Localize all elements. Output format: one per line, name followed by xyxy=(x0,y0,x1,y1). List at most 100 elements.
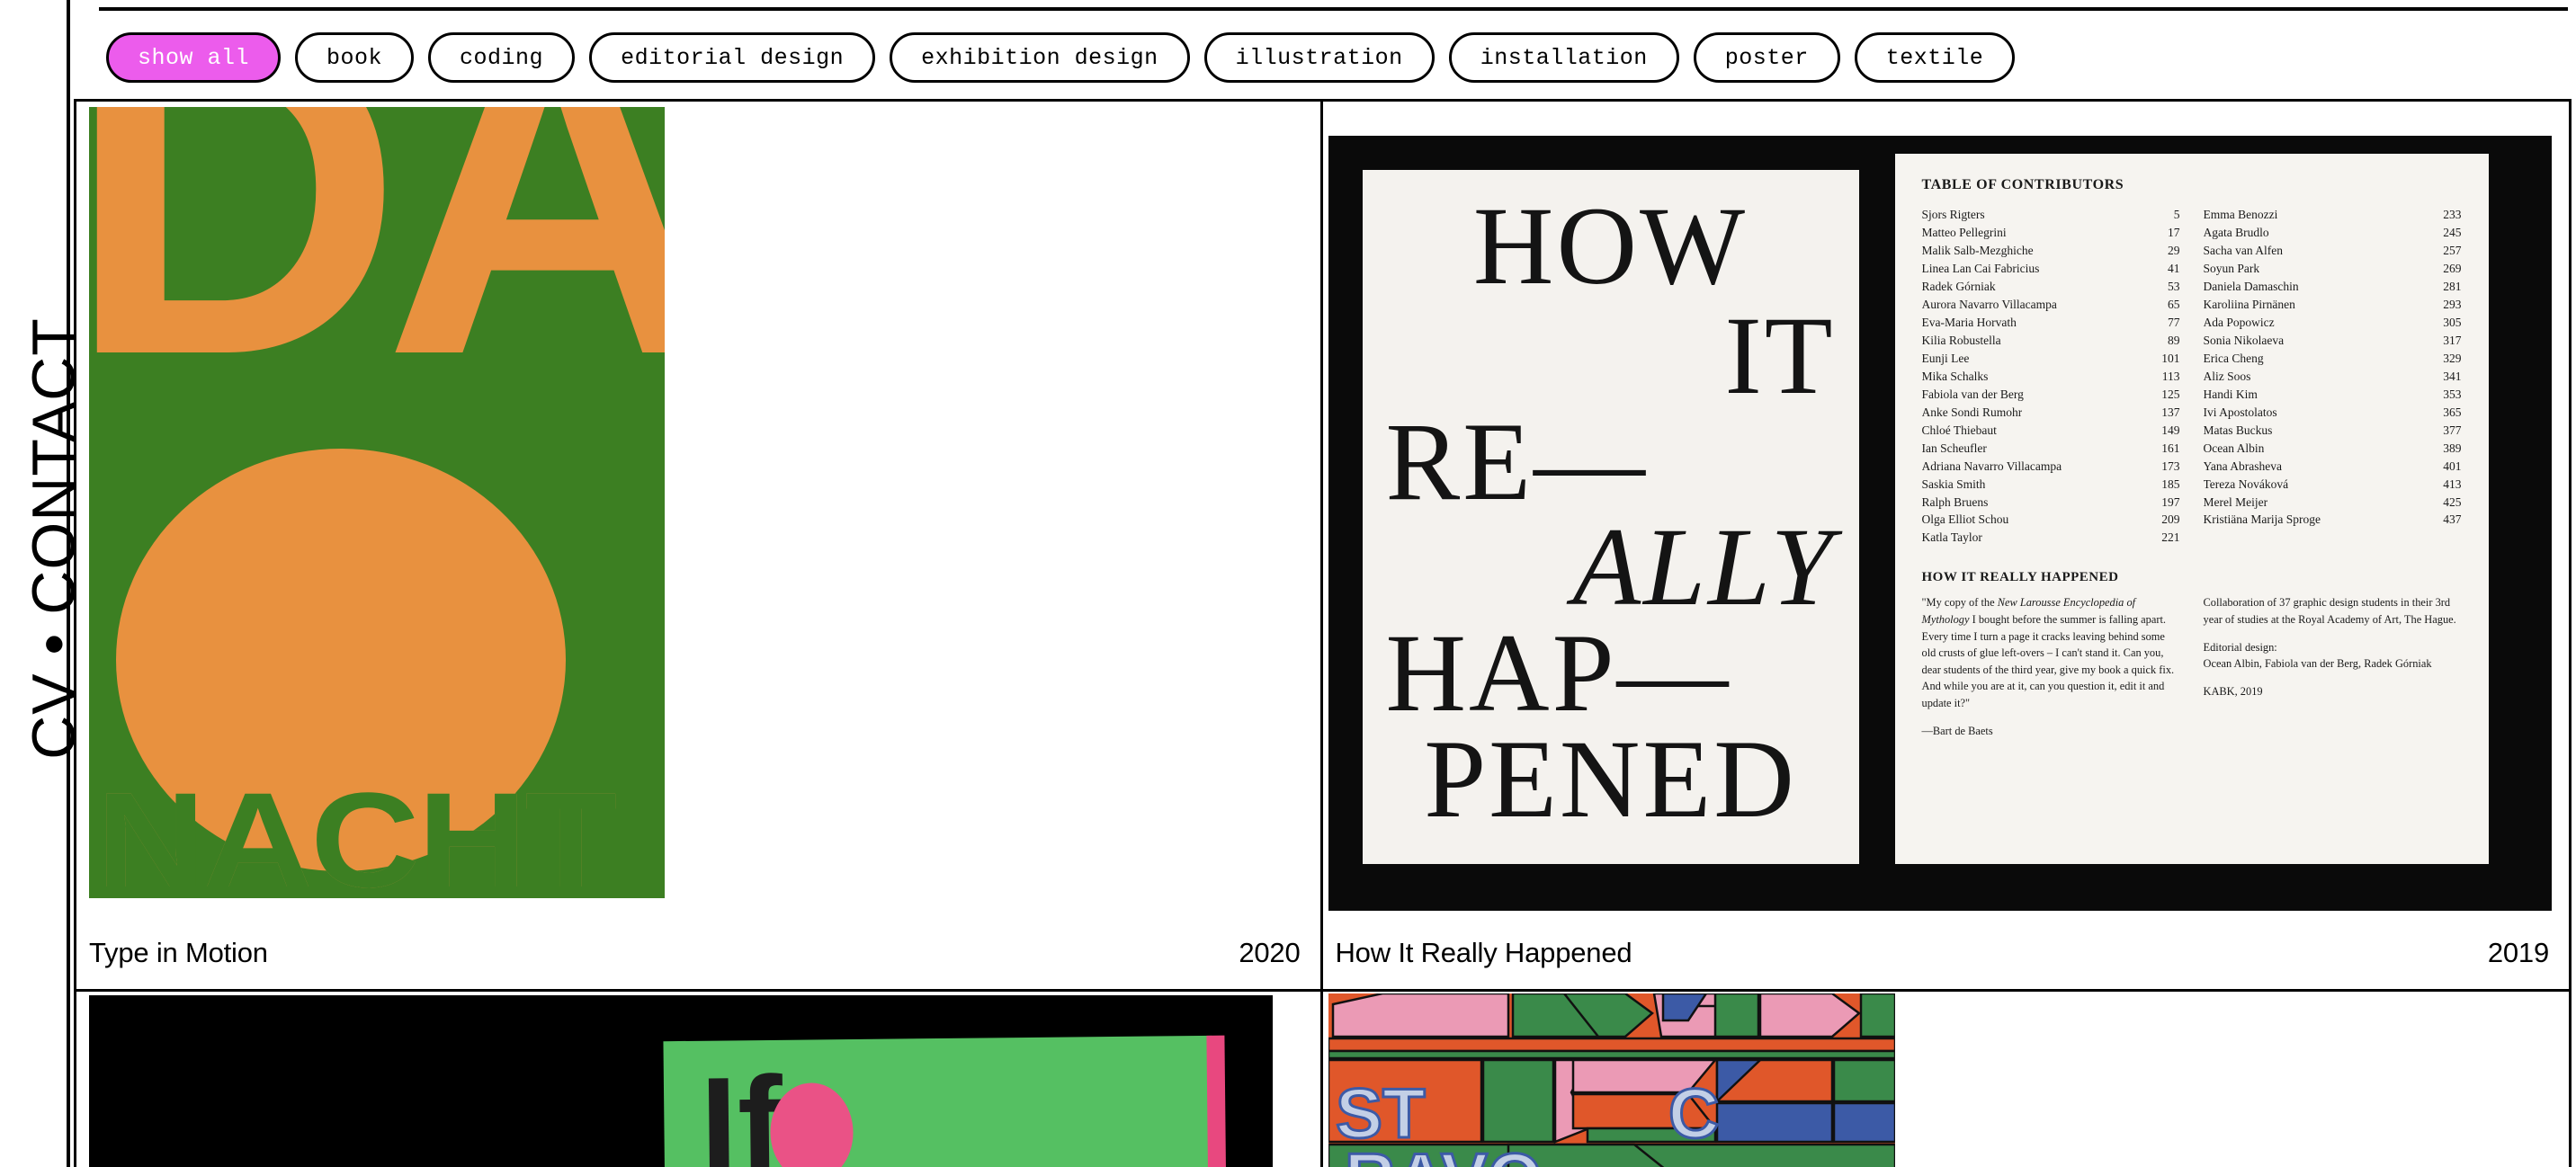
toc-row: Kilia Robustella 89 xyxy=(1922,332,2180,350)
toc-page-number: 41 xyxy=(2168,261,2180,275)
toc-contributor-name: Saskia Smith xyxy=(1921,477,1986,491)
toc-page-number: 89 xyxy=(2168,333,2180,347)
toc-page-number: 137 xyxy=(2161,405,2180,419)
cover-line-3: RE— xyxy=(1385,399,1648,523)
colophon-quote-column: "My copy of the New Larousse Encyclopedi… xyxy=(1922,594,2180,739)
toc-page-number: 77 xyxy=(2168,315,2180,329)
colophon-heading: HOW IT REALLY HAPPENED xyxy=(1921,570,2119,585)
filter-pill-editorial-design[interactable]: editorial design xyxy=(589,32,876,83)
toc-contributor-name: Matteo Pellegrini xyxy=(1921,225,2007,239)
toc-contributor-name: Linea Lan Cai Fabricius xyxy=(1921,261,2040,275)
book-cover-glyph: If xyxy=(699,1047,783,1167)
toc-contributor-name: Tereza Nováková xyxy=(2203,477,2289,491)
colophon-credits-column: Collaboration of 37 graphic design stude… xyxy=(2204,594,2462,739)
filter-pill-textile[interactable]: textile xyxy=(1854,32,2016,83)
toc-contributor-name: Ocean Albin xyxy=(2203,441,2265,455)
toc-contributor-name: Ada Popowicz xyxy=(2203,315,2275,329)
toc-contributor-name: Sjors Rigters xyxy=(1921,208,1985,221)
toc-row: Anke Sondi Rumohr 137 xyxy=(1922,404,2180,422)
toc-page-number: 377 xyxy=(2443,423,2462,437)
toc-row: Karoliina Pirnänen 293 xyxy=(2204,296,2462,314)
cover-line-5: HAP— xyxy=(1385,611,1731,735)
toc-page-number: 245 xyxy=(2443,225,2462,239)
toc-contributor-name: Aurora Navarro Villacampa xyxy=(1921,297,2057,311)
project-thumbnail: ST C RAVO xyxy=(1322,992,2569,1167)
toc-page-number: 65 xyxy=(2168,297,2180,311)
filter-pill-illustration[interactable]: illustration xyxy=(1203,32,1435,83)
project-year: 2020 xyxy=(1239,937,1301,968)
toc-row: Chloé Thiebaut 149 xyxy=(1922,422,2180,440)
filter-pill-book[interactable]: book xyxy=(295,32,415,83)
project-caption: Type in Motion 2020 xyxy=(76,917,1320,989)
toc-column-left: Sjors Rigters 5 Matteo Pellegrini 17 Malik S… xyxy=(1922,206,2180,547)
filter-bar: show all book coding editorial design ex… xyxy=(106,32,2016,83)
toc-row: Ocean Albin 389 xyxy=(2204,440,2462,458)
project-year: 2019 xyxy=(2487,937,2549,968)
toc-page-number: 365 xyxy=(2443,405,2462,419)
project-card-green-book[interactable]: If xyxy=(76,992,1323,1167)
toc-page-number: 269 xyxy=(2443,261,2462,275)
colophon-publisher: KABK, 2019 xyxy=(2203,684,2263,698)
book-cover: If xyxy=(663,1035,1228,1167)
toc-row: Handi Kim 353 xyxy=(2204,386,2462,404)
toc-contributor-name: Ivi Apostolatos xyxy=(2203,405,2277,419)
project-grid: DAG NACHT NACHT Type in Motion 2020 HOW xyxy=(74,99,2572,1167)
sidebar: CV • CONTACT xyxy=(0,0,88,1167)
toc-contributor-name: Agata Brudlo xyxy=(2203,225,2269,239)
toc-contributor-name: Handi Kim xyxy=(2203,387,2258,401)
toc-page-number: 389 xyxy=(2443,441,2462,455)
toc-row: Katla Taylor 221 xyxy=(1922,529,2180,547)
toc-page-number: 329 xyxy=(2443,351,2462,365)
filter-pill-installation[interactable]: installation xyxy=(1448,32,1679,83)
colophon-quote-part-b: I bought before the summer is falling ap… xyxy=(1921,613,2175,710)
toc-contributor-name: Chloé Thiebaut xyxy=(1921,423,1997,437)
project-title: How It Really Happened xyxy=(1335,937,1632,968)
project-thumbnail: DAG NACHT NACHT xyxy=(76,102,1320,920)
colophon-designers: Ocean Albin, Fabiola van der Berg, Radek… xyxy=(2203,657,2432,671)
toc-page-number: 281 xyxy=(2443,279,2462,293)
filter-pill-show-all[interactable]: show all xyxy=(106,32,282,83)
project-card-geometric-pattern[interactable]: ST C RAVO xyxy=(1322,992,2569,1167)
toc-contributor-name: Erica Cheng xyxy=(2203,351,2264,365)
filter-pill-poster[interactable]: poster xyxy=(1693,32,1840,83)
book-spread-photo: HOW IT RE— ALLY HAP— PENED TABLE OF CONT… xyxy=(1328,136,2552,911)
toc-contributor-name: Ian Scheufler xyxy=(1921,441,1987,455)
toc-contributor-name: Eva-Maria Horvath xyxy=(1921,315,2017,329)
toc-contributor-name: Daniela Damaschin xyxy=(2203,279,2299,293)
project-thumbnail: HOW IT RE— ALLY HAP— PENED TABLE OF CONT… xyxy=(1322,102,2569,920)
toc-row: Olga Elliot Schou 209 xyxy=(1922,511,2180,529)
book-spine xyxy=(1206,1035,1228,1167)
toc-row: Tereza Nováková 413 xyxy=(2204,476,2462,494)
toc-row: Emma Benozzi 233 xyxy=(2204,206,2462,224)
toc-row: Radek Górniak 53 xyxy=(1922,278,2180,296)
filter-pill-exhibition-design[interactable]: exhibition design xyxy=(890,32,1190,83)
toc-contributor-name: Kilia Robustella xyxy=(1921,333,2001,347)
project-card-how-it-really-happened[interactable]: HOW IT RE— ALLY HAP— PENED TABLE OF CONT… xyxy=(1322,102,2569,992)
toc-page-number: 293 xyxy=(2443,297,2462,311)
toc-row: Sonia Nikolaeva 317 xyxy=(2204,332,2462,350)
cover-line-2: IT xyxy=(1724,293,1836,417)
toc-row: Malik Salb-Mezghiche 29 xyxy=(1922,242,2180,260)
toc-contributor-name: Matas Buckus xyxy=(2203,423,2273,437)
toc-row: Sjors Rigters 5 xyxy=(1922,206,2180,224)
toc-contributor-name: Fabiola van der Berg xyxy=(1921,387,2024,401)
toc-row: Merel Meijer 425 xyxy=(2204,494,2462,512)
book-page-left: HOW IT RE— ALLY HAP— PENED xyxy=(1346,154,1875,880)
toc-row: Linea Lan Cai Fabricius 41 xyxy=(1922,260,2180,278)
top-divider xyxy=(99,7,2568,11)
toc-contributor-name: Emma Benozzi xyxy=(2203,208,2278,221)
toc-row: Soyun Park 269 xyxy=(2204,260,2462,278)
toc-page-number: 425 xyxy=(2443,494,2462,509)
toc-page-number: 113 xyxy=(2161,369,2180,383)
toc-row: Eunji Lee 101 xyxy=(1922,350,2180,368)
toc-row: Ralph Bruens 197 xyxy=(1922,494,2180,512)
filter-pill-coding[interactable]: coding xyxy=(428,32,576,83)
project-card-type-in-motion[interactable]: DAG NACHT NACHT Type in Motion 2020 xyxy=(76,102,1323,992)
toc-row: Aliz Soos 341 xyxy=(2204,368,2462,386)
toc-row: Kristiäna Marija Sproge 437 xyxy=(2204,511,2462,529)
toc-contributor-name: Katla Taylor xyxy=(1921,530,1982,545)
project-thumbnail: If xyxy=(76,992,1320,1167)
toc-row: Matas Buckus 377 xyxy=(2204,422,2462,440)
toc-page-number: 173 xyxy=(2161,459,2180,473)
toc-row: Sacha van Alfen 257 xyxy=(2204,242,2462,260)
